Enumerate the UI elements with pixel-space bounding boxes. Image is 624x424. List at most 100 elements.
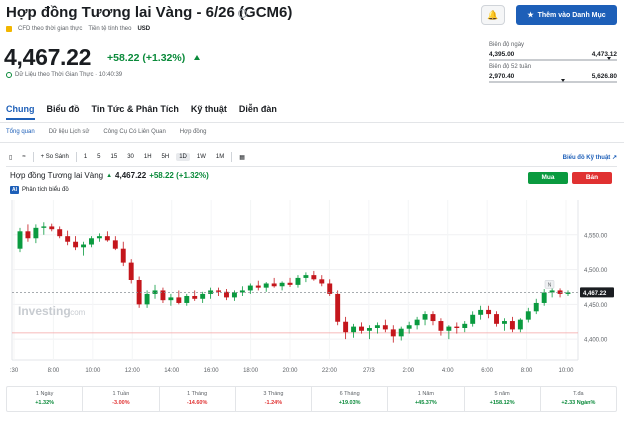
week52-range-bar [489, 79, 617, 83]
candle-body [17, 231, 23, 249]
interval-1d[interactable]: 1D [176, 153, 190, 161]
chart-toolbar: ▯ ≈ + So Sánh 1 5 15 30 1H 5H 1D 1W 1M ▦… [6, 150, 617, 164]
sell-button[interactable]: Bán [572, 172, 612, 184]
performance-value: -3.00% [112, 400, 130, 406]
day-high: 4,473.12 [591, 51, 617, 58]
x-tick-label: 4:00 [442, 368, 454, 374]
subtab-related[interactable]: Công Cụ Có Liên Quan [103, 129, 165, 135]
interval-30[interactable]: 30 [124, 153, 137, 161]
performance-cell[interactable]: 1 Tuần -3.00% [83, 387, 160, 411]
candle-body [144, 293, 150, 305]
day-range: Biên độ ngày 4,395.00 4,473.12 [489, 42, 617, 61]
bell-plus-icon: 🔔 [487, 10, 499, 20]
candle-body [382, 325, 388, 330]
price-chart[interactable]: 4,400.00 4,450.00 4,500.00 4,550.00:30 8:00 1… [0, 195, 624, 385]
chart-analysis-label: Phân tích biểu đồ [22, 187, 69, 193]
tab-technical[interactable]: Kỹ thuật [191, 104, 227, 120]
tab-news[interactable]: Tin Tức & Phân Tích [92, 104, 179, 120]
candle-body [565, 292, 571, 294]
x-tick-label: 27/3 [363, 368, 375, 374]
x-tick-label: 10:00 [85, 368, 101, 374]
performance-cell[interactable]: T.đa +2.33 Ngàn% [541, 387, 616, 411]
performance-cell[interactable]: 1 Ngày +1.32% [7, 387, 84, 411]
x-tick-label: 12:00 [125, 368, 141, 374]
candle-body [430, 314, 436, 322]
tab-forum[interactable]: Diễn đàn [239, 104, 277, 120]
day-low: 4,395.00 [489, 51, 515, 58]
add-to-watchlist-label: Thêm vào Danh Mục [537, 11, 606, 19]
candle-body [311, 275, 317, 280]
calendar-icon[interactable]: ▦ [236, 153, 248, 162]
candle-body [351, 326, 357, 333]
performance-period: 6 Tháng [339, 391, 360, 397]
candle-body [216, 290, 222, 292]
up-arrow-icon: ▲ [106, 172, 113, 179]
x-tick-label: 6:00 [481, 368, 493, 374]
interval-1w[interactable]: 1W [194, 153, 209, 161]
performance-cell[interactable]: 1 Năm +45.37% [388, 387, 465, 411]
flag-icon [6, 26, 12, 32]
candle-body [343, 321, 349, 333]
technical-chart-label: Biểu đồ Kỹ thuật [562, 154, 611, 161]
performance-cell[interactable]: 6 Tháng +19.03% [312, 387, 389, 411]
performance-cell[interactable]: 3 Tháng -1.24% [236, 387, 312, 411]
candle-body [263, 283, 269, 288]
candle-body [295, 277, 301, 285]
candle-body [192, 296, 198, 299]
candle-body [303, 275, 309, 278]
interval-1h[interactable]: 1H [141, 153, 155, 161]
x-tick-label: 8:00 [48, 368, 60, 374]
info-icon[interactable]: i [238, 9, 247, 18]
tabs-divider [0, 122, 624, 123]
technical-chart-link[interactable]: Biểu đồ Kỹ thuật ↗ [563, 154, 617, 161]
alert-button[interactable]: 🔔 [481, 5, 505, 25]
week52-range-marker [560, 79, 565, 82]
x-tick-label: 20:00 [282, 368, 298, 374]
candle-body [247, 285, 253, 291]
performance-value: +45.37% [414, 400, 437, 406]
ai-badge: AI [10, 186, 19, 194]
performance-period: 3 Tháng [263, 391, 284, 397]
current-price: 4,467.22 [4, 44, 92, 70]
compare-button[interactable]: + So Sánh [38, 153, 72, 161]
interval-1[interactable]: 1 [81, 153, 90, 161]
y-tick-label: 4,450.00 [584, 303, 608, 309]
performance-cell[interactable]: 5 năm +158.12% [465, 387, 541, 411]
interval-1m[interactable]: 1M [213, 153, 227, 161]
performance-period: 5 năm [494, 391, 510, 397]
subtab-historical[interactable]: Dữ liệu Lịch sử [49, 129, 90, 135]
performance-value: +158.12% [489, 400, 515, 406]
interval-15[interactable]: 15 [108, 153, 121, 161]
watermark-logo: Investing [18, 304, 71, 318]
x-tick-label: 16:00 [204, 368, 220, 374]
performance-cell[interactable]: 1 Tháng -14.60% [160, 387, 236, 411]
candle-body [200, 293, 206, 299]
performance-value: -14.60% [186, 400, 208, 406]
week52-high: 5,626.80 [591, 73, 617, 80]
subtab-contracts[interactable]: Hợp đồng [180, 129, 207, 135]
add-to-watchlist-button[interactable]: ★ Thêm vào Danh Mục [516, 5, 617, 25]
performance-value: +2.33 Ngàn% [561, 400, 596, 406]
candle-body [255, 285, 261, 288]
x-tick-label: :30 [10, 368, 19, 374]
candle-body [81, 244, 86, 248]
chart-analysis-button[interactable]: AI Phân tích biểu đồ [10, 186, 69, 194]
interval-5[interactable]: 5 [94, 153, 103, 161]
candle-body [49, 226, 55, 230]
candle-type-icon[interactable]: ▯ [6, 153, 15, 162]
buy-button[interactable]: Mua [528, 172, 568, 184]
performance-bar: 1 Ngày +1.32% 1 Tuần -3.00% 1 Tháng -14.60% 3 … [6, 386, 617, 412]
candle-body [398, 328, 404, 337]
performance-value: +19.03% [338, 400, 361, 406]
area-type-icon[interactable]: ≈ [19, 153, 28, 161]
data-time: Dữ Liệu theo Thời Gian Thực · 10:40:39 [6, 72, 122, 78]
candle-body [502, 321, 507, 324]
candle-body [112, 240, 118, 249]
toolbar-divider [6, 166, 617, 167]
tab-general[interactable]: Chung [6, 104, 35, 120]
candle-body [89, 238, 94, 245]
tab-chart[interactable]: Biểu đồ [47, 104, 80, 120]
subtab-overview[interactable]: Tổng quan [6, 129, 35, 135]
candle-body [509, 321, 515, 330]
interval-5h[interactable]: 5H [159, 153, 173, 161]
